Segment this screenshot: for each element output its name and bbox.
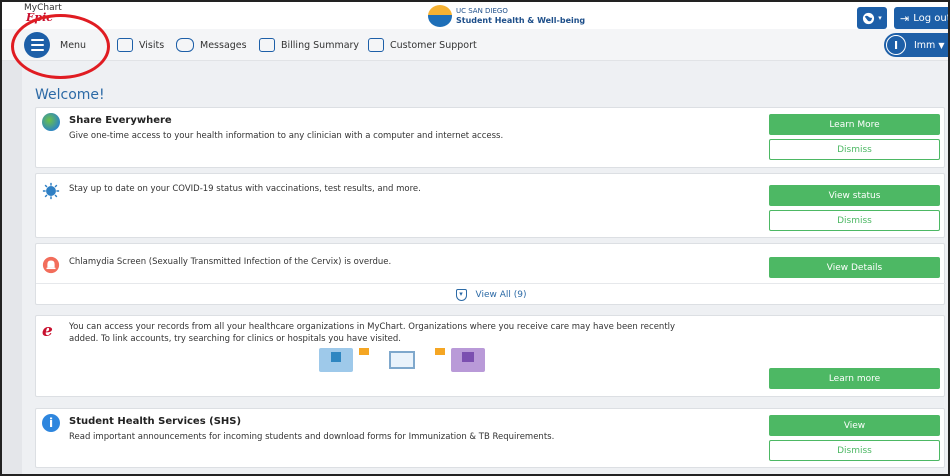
main-nav: Menu Visits Messages Billing Summary Cus… (2, 29, 950, 61)
card-link-accounts: e You can access your records from all y… (35, 315, 945, 397)
avatar: I (886, 35, 906, 55)
epic-e-icon: e (42, 321, 53, 341)
nav-visits[interactable]: Visits (117, 29, 164, 61)
view-all-label: View All (9) (475, 289, 527, 300)
view-button[interactable]: View (769, 415, 940, 436)
clinic-building-icon (319, 348, 353, 372)
left-gutter (2, 61, 22, 474)
chevron-down-icon: ▾ (878, 14, 882, 22)
card-health-reminder: Chlamydia Screen (Sexually Transmitted I… (35, 243, 946, 305)
caret-down-icon: ▼ (938, 40, 945, 50)
chat-bubble-icon (368, 38, 384, 52)
card-text-line-1: You can access your records from all you… (69, 322, 676, 332)
nav-billing-label: Billing Summary (281, 39, 360, 51)
dismiss-button[interactable]: Dismiss (769, 139, 940, 160)
dismiss-button[interactable]: Dismiss (769, 210, 940, 231)
computer-monitor-icon (389, 351, 415, 369)
logo-line-2: Student Health & Well-being (456, 16, 586, 25)
dismiss-button[interactable]: Dismiss (769, 440, 940, 461)
logout-label: Log out (913, 12, 950, 24)
menu-button[interactable]: Menu (24, 29, 86, 61)
view-all-link[interactable]: ▾ View All (9) (36, 283, 946, 305)
sun-logo-icon (428, 5, 452, 27)
nav-messages[interactable]: Messages (176, 29, 247, 61)
card-covid-status: Stay up to date on your COVID-19 status … (35, 173, 945, 238)
globe-icon (863, 12, 875, 24)
view-details-button[interactable]: View Details (769, 257, 940, 278)
info-icon: i (42, 414, 60, 432)
top-header: MyChart Epic UC SAN DIEGO Student Health… (2, 2, 950, 29)
learn-more-button[interactable]: Learn more (769, 368, 940, 389)
learn-more-button[interactable]: Learn More (769, 114, 940, 135)
virus-icon (42, 182, 60, 200)
logo-line-1: UC SAN DIEGO (456, 7, 508, 15)
nav-support-label: Customer Support (390, 39, 477, 51)
logout-icon: ⇥ (900, 11, 910, 25)
bell-icon (42, 256, 60, 274)
link-accounts-illustration (319, 348, 485, 372)
card-text: Chlamydia Screen (Sexually Transmitted I… (69, 257, 392, 267)
user-menu[interactable]: I Imm ▼ (884, 33, 950, 57)
card-text: Read important announcements for incomin… (69, 432, 555, 442)
hamburger-icon (24, 32, 50, 58)
shield-chevron-icon: ▾ (455, 288, 467, 301)
folder-icon (359, 348, 369, 355)
credit-card-icon (259, 38, 275, 52)
card-share-everywhere: Share Everywhere Give one-time access to… (35, 107, 945, 168)
nav-messages-label: Messages (200, 39, 247, 51)
envelope-icon (176, 38, 194, 52)
view-status-button[interactable]: View status (769, 185, 940, 206)
card-text: Stay up to date on your COVID-19 status … (69, 184, 421, 194)
calendar-icon (117, 38, 133, 52)
card-text-line-2: added. To link accounts, try searching f… (69, 334, 402, 344)
epic-logo: Epic (26, 11, 53, 24)
nav-customer-support[interactable]: Customer Support (368, 29, 477, 61)
folder-icon (435, 348, 445, 355)
menu-label: Menu (60, 39, 87, 51)
user-name: Imm (914, 39, 936, 51)
card-text: Give one-time access to your health info… (69, 131, 504, 141)
card-title: Student Health Services (SHS) (69, 416, 242, 427)
hospital-building-icon (451, 348, 485, 372)
globe-icon (42, 113, 60, 131)
ucsd-student-health-logo[interactable]: UC SAN DIEGO Student Health & Well-being (428, 4, 585, 28)
card-title: Share Everywhere (69, 115, 172, 126)
card-student-health-services: i Student Health Services (SHS) Read imp… (35, 408, 945, 468)
welcome-heading: Welcome! (35, 87, 105, 103)
language-button[interactable]: ▾ (857, 7, 887, 29)
logout-button[interactable]: ⇥ Log out (894, 7, 950, 29)
nav-billing-summary[interactable]: Billing Summary (259, 29, 359, 61)
nav-visits-label: Visits (139, 39, 165, 51)
